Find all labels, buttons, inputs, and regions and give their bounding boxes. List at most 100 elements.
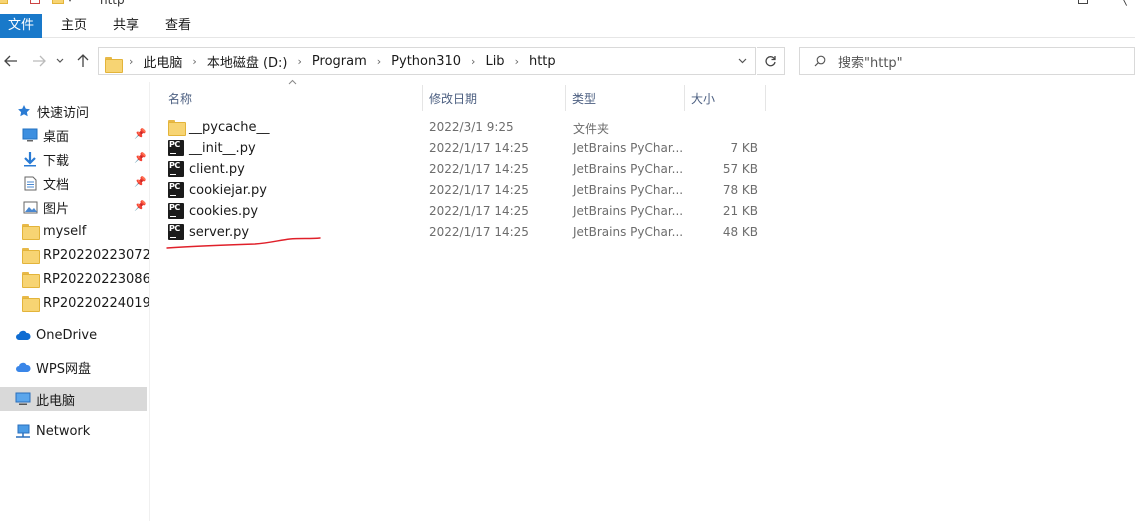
breadcrumb: › 此电脑 › 本地磁盘 (D:) › Program › Python310 … [129,52,556,71]
red-underline-annotation [166,237,321,249]
folder-icon [22,247,40,264]
file-type: JetBrains PyChar... [573,162,684,176]
file-size: 48 KB [722,225,758,239]
tab-file[interactable]: 文件 [0,13,43,38]
column-separator[interactable] [765,85,766,111]
sidebar-item-label: OneDrive [36,327,98,343]
ribbon-tabs: 文件 主页 共享 查看 [0,13,1135,38]
new-folder-icon[interactable] [52,0,64,4]
search-box[interactable]: 搜索"http" [799,47,1135,75]
column-header-label: 类型 [572,91,597,106]
chevron-down-icon[interactable]: ▾ [68,0,72,4]
pin-icon[interactable]: 📌 [134,129,146,140]
breadcrumb-separator-icon: › [297,54,302,68]
folder-icon [22,223,40,240]
window-title: http [100,0,125,7]
pycharm-file-icon [168,203,184,219]
breadcrumb-http[interactable]: http [529,54,556,69]
sidebar-item-pictures[interactable]: 图片 📌 [0,195,147,219]
arrow-right-icon [33,55,46,67]
cloud-icon [15,327,31,343]
sidebar-item-label: RP20220223086 [43,271,151,287]
sidebar-item-onedrive[interactable]: OneDrive [0,323,147,347]
address-bar[interactable]: › 此电脑 › 本地磁盘 (D:) › Program › Python310 … [98,47,756,75]
sidebar-item-label: 快速访问 [37,105,90,121]
sidebar-item-rp20220223072[interactable]: RP20220223072 [0,243,151,267]
column-header-label: 大小 [691,91,716,106]
address-dropdown-button[interactable] [738,56,747,67]
pycharm-file-icon [168,182,184,198]
breadcrumb-this-pc[interactable]: 此电脑 [143,52,182,71]
sidebar-item-this-pc[interactable]: 此电脑 [0,387,147,411]
cloud-icon [15,359,31,375]
sidebar-item-label: 此电脑 [36,393,76,409]
breadcrumb-program[interactable]: Program [312,54,367,69]
picture-icon [22,199,38,215]
pin-icon[interactable]: 📌 [134,177,146,188]
search-input[interactable]: 搜索"http" [838,52,903,71]
file-row[interactable]: cookies.py 2022/1/17 14:25 JetBrains PyC… [168,201,768,222]
file-row[interactable]: cookiejar.py 2022/1/17 14:25 JetBrains P… [168,180,768,201]
sidebar-item-label: 桌面 [43,129,70,145]
breadcrumb-drive-d[interactable]: 本地磁盘 (D:) [207,52,288,71]
sidebar-item-label: 图片 [43,201,70,217]
sidebar-item-quick-access[interactable]: 快速访问 [0,99,147,123]
pin-icon[interactable]: 📌 [134,201,146,212]
file-name: cookies.py [189,204,259,219]
file-date: 2022/1/17 14:25 [429,225,529,239]
column-separator[interactable] [422,85,423,111]
up-button[interactable] [74,52,92,70]
folder-icon [0,0,8,4]
column-header-size[interactable]: 大小 [691,85,715,111]
recent-locations-button[interactable] [54,52,66,70]
breadcrumb-separator-icon: › [192,54,197,68]
folder-icon [168,119,186,136]
maximize-button[interactable] [1078,0,1088,4]
refresh-button[interactable] [757,47,785,75]
column-header-type[interactable]: 类型 [572,85,596,111]
file-type: JetBrains PyChar... [573,204,684,218]
column-header-name[interactable]: 名称 [168,85,192,111]
sidebar-item-myself[interactable]: myself [0,219,147,243]
sidebar-item-wps-drive[interactable]: WPS网盘 [0,355,147,379]
tab-home[interactable]: 主页 [48,14,100,38]
column-separator[interactable] [684,85,685,111]
sidebar-item-documents[interactable]: 文档 📌 [0,171,147,195]
pin-icon[interactable]: 📌 [134,153,146,164]
breadcrumb-python310[interactable]: Python310 [391,54,461,69]
breadcrumb-lib[interactable]: Lib [485,54,504,69]
file-size: 78 KB [722,183,758,197]
forward-button[interactable] [30,52,48,70]
folder-icon [22,271,40,288]
file-row[interactable]: __init__.py 2022/1/17 14:25 JetBrains Py… [168,138,768,159]
sidebar-item-downloads[interactable]: 下载 📌 [0,147,147,171]
column-separator[interactable] [565,85,566,111]
tab-view[interactable]: 查看 [152,14,204,38]
column-header-date[interactable]: 修改日期 [429,85,477,111]
title-bar: ▾ http ╲ [0,0,1135,8]
file-row[interactable]: client.py 2022/1/17 14:25 JetBrains PyCh… [168,159,768,180]
sidebar-item-rp20220224019[interactable]: RP20220224019 [0,291,151,315]
file-type: JetBrains PyChar... [573,183,684,197]
folder-icon [105,56,123,73]
network-icon [15,423,31,439]
close-button[interactable]: ╲ [1120,0,1127,6]
navigation-pane: 快速访问 桌面 📌 下载 📌 文档 📌 图片 📌 myself RP202202… [0,96,151,521]
sidebar-item-desktop[interactable]: 桌面 📌 [0,123,147,147]
sidebar-item-rp20220223086[interactable]: RP20220223086 [0,267,151,291]
file-date: 2022/1/17 14:25 [429,141,529,155]
arrow-up-icon [77,54,89,67]
file-name: cookiejar.py [189,183,267,198]
column-header-label: 修改日期 [429,91,478,106]
sidebar-item-network[interactable]: Network [0,419,147,443]
arrow-left-icon [4,55,17,67]
quick-access-toolbar: ▾ [0,0,72,6]
file-list: 名称 修改日期 类型 大小 __pycache__ 2022/3/1 9:25 … [150,79,1135,521]
tab-share[interactable]: 共享 [100,14,152,38]
pycharm-file-icon [168,140,184,156]
star-icon [16,103,32,119]
chevron-down-icon [56,58,64,63]
back-button[interactable] [2,52,20,70]
file-row[interactable]: __pycache__ 2022/3/1 9:25 文件夹 [168,117,768,138]
properties-icon[interactable] [30,0,40,4]
